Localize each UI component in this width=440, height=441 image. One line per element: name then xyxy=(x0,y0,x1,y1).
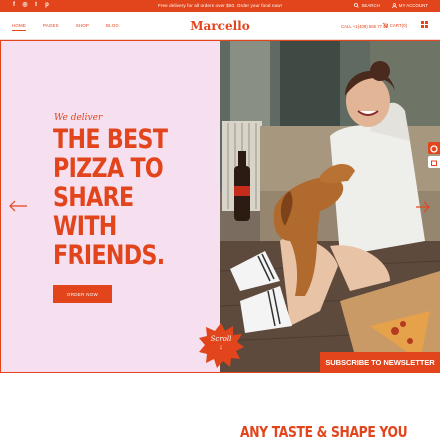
user-icon xyxy=(391,3,397,8)
side-action-primary[interactable] xyxy=(428,142,440,154)
order-now-button[interactable]: ORDER NOW xyxy=(53,285,112,303)
scroll-down-icon: ↓ xyxy=(219,344,223,351)
slider-next-arrow[interactable] xyxy=(416,200,430,216)
cart-button[interactable]: CART(0) xyxy=(382,22,407,28)
side-actions xyxy=(428,142,440,168)
menu-grid-icon[interactable] xyxy=(421,21,428,28)
search-label: SEARCH xyxy=(361,3,380,8)
slider-prev-arrow[interactable] xyxy=(8,200,28,212)
side-action-secondary[interactable] xyxy=(428,156,440,168)
hero-tagline: We deliver xyxy=(54,113,103,123)
cart-label: CART(0) xyxy=(389,22,407,28)
account-button[interactable]: MY ACCOUNT xyxy=(391,3,428,8)
cart-icon xyxy=(382,22,388,28)
main-navigation: HOME PAGES SHOP BLOG Marcello CALL +1(40… xyxy=(0,12,440,40)
lifebuoy-icon xyxy=(430,145,438,153)
hero-text-panel: We deliver THE BEST PIZZA TO SHARE WITH … xyxy=(0,40,220,373)
section-title: ANY TASTE & SHAPE YOU xyxy=(240,423,408,441)
hero-photo xyxy=(220,40,440,373)
search-button[interactable]: SEARCH xyxy=(354,3,380,8)
scroll-label: Scroll xyxy=(210,335,232,343)
subscribe-newsletter-button[interactable]: SUBSCRIBE TO NEWSLETTER xyxy=(320,352,440,373)
arrow-right-icon xyxy=(416,201,430,213)
scroll-badge[interactable]: Scroll ↓ xyxy=(198,322,244,368)
cart-mini-icon xyxy=(431,160,437,166)
account-label: MY ACCOUNT xyxy=(398,3,428,8)
top-bar: f ◎ t p Free delivery for all orders ove… xyxy=(0,0,440,12)
hero-photo-illustration xyxy=(220,41,440,372)
arrow-left-icon xyxy=(9,200,27,212)
search-icon xyxy=(354,3,360,8)
hero-headline: THE BEST PIZZA TO SHARE WITH FRIENDS. xyxy=(53,124,168,271)
